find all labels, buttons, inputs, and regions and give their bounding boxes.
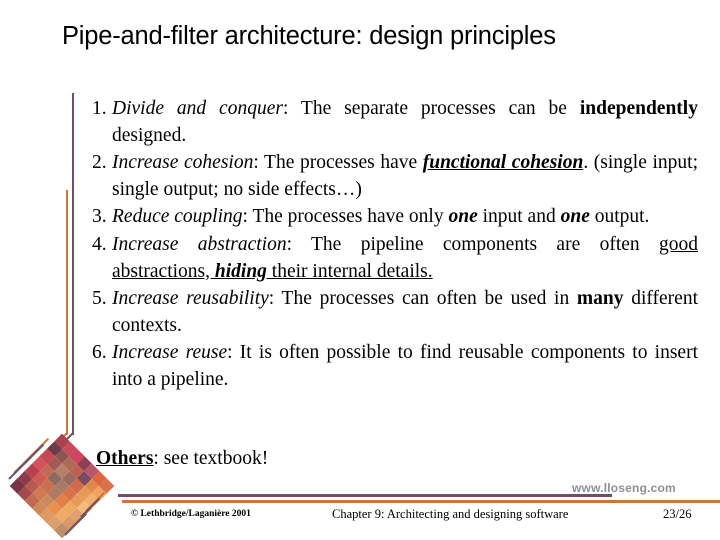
text-run: one: [560, 206, 590, 228]
decorative-vertical-rule-purple: [72, 93, 74, 435]
text-run: Increase cohesion: [112, 152, 254, 174]
text-run: hiding: [214, 260, 267, 282]
text-run: output.: [589, 206, 650, 228]
footer-rule-purple: [118, 494, 612, 497]
slide-canvas: Pipe-and-filter architecture: design pri…: [0, 0, 720, 540]
text-run: input and: [477, 206, 561, 228]
page-title: Pipe-and-filter architecture: design pri…: [62, 22, 556, 50]
text-run: Increase abstraction: [112, 233, 287, 255]
list-item: 6. Increase reuse: It is often possible t…: [92, 340, 698, 393]
list-item: 1. Divide and conquer: The separate proce…: [92, 96, 698, 149]
text-run: : The processes have only: [242, 206, 449, 228]
list-item: 4. Increase abstraction: The pipeline com…: [92, 232, 698, 285]
others-line: Others: see textbook!: [96, 446, 268, 472]
others-rest: : see textbook!: [153, 448, 269, 469]
footer-copyright: © Lethbridge/Laganière 2001: [131, 509, 251, 519]
watermark-url: www.lloseng.com: [572, 481, 676, 495]
text-run: Increase reusability: [112, 288, 269, 310]
text-run: Reduce coupling: [112, 206, 243, 228]
list-item: 3. Reduce coupling: The processes have on…: [92, 204, 698, 231]
text-run: their internal details.: [266, 260, 433, 282]
text-run: : The processes can often be used in: [268, 288, 577, 310]
list-item-text: Increase reuse: It is often possible to …: [112, 342, 698, 390]
list-item: 2. Increase cohesion: The processes have …: [92, 150, 698, 203]
footer-page-number: 23/26: [663, 507, 692, 521]
text-run: many: [576, 288, 624, 310]
text-run: : The separate processes can be: [282, 98, 580, 119]
others-label: Others: [96, 448, 154, 469]
decorative-vertical-rule-orange: [66, 190, 68, 435]
list-item-text: Divide and conquer: The separate process…: [112, 98, 698, 146]
text-run: Divide and conquer: [112, 98, 283, 119]
footer-rule-orange: [122, 500, 720, 503]
list-item-number: 3.: [92, 206, 107, 228]
list-item-text: Reduce coupling: The processes have only…: [112, 206, 649, 227]
text-run: : The processes have: [253, 152, 423, 174]
list-item-text: Increase reusability: The processes can …: [112, 288, 698, 336]
text-run: designed.: [112, 124, 187, 146]
list-item-number: 2.: [92, 152, 107, 174]
text-run: : The pipeline components are often: [286, 233, 659, 255]
list-item: 5. Increase reusability: The processes ca…: [92, 286, 698, 339]
principles-list: 1. Divide and conquer: The separate proce…: [92, 96, 698, 395]
list-item-text: Increase cohesion: The processes have fu…: [112, 152, 698, 200]
list-item-number: 4.: [92, 233, 107, 255]
footer-chapter: Chapter 9: Architecting and designing so…: [332, 507, 569, 521]
text-run: independently: [579, 98, 698, 119]
list-item-number: 5.: [92, 288, 107, 310]
list-item-number: 1.: [92, 98, 107, 119]
text-run: Increase reuse: [112, 342, 228, 364]
text-run: one: [448, 206, 478, 228]
list-item-text: Increase abstraction: The pipeline compo…: [112, 234, 698, 282]
text-run: functional cohesion: [422, 152, 584, 174]
list-item-number: 6.: [92, 342, 107, 364]
